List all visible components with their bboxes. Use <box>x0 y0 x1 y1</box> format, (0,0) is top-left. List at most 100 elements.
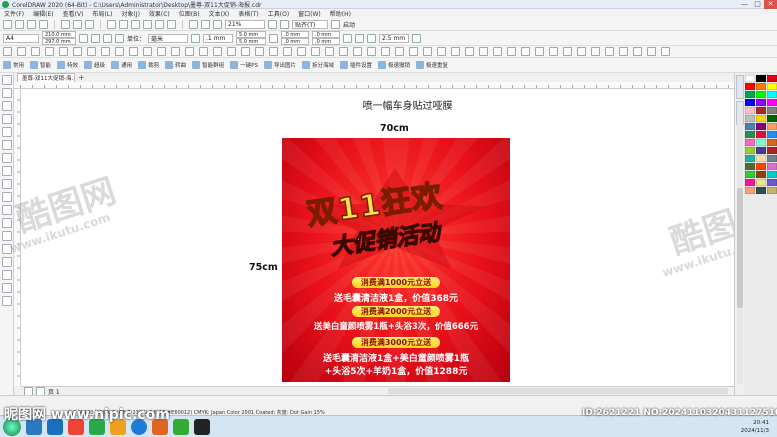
macro-icon[interactable] <box>409 47 418 56</box>
menu-file[interactable]: 文件(F) <box>4 9 24 18</box>
promo-poster[interactable]: 双11狂欢 大促销活动 消费满1000元立送 送毛囊清洁液1盒，价值368元 消… <box>282 138 510 382</box>
page-height-field[interactable]: 297.0 mm <box>42 38 76 45</box>
macro-icon[interactable] <box>661 47 670 56</box>
macro-icon[interactable] <box>241 47 250 56</box>
docker-tab[interactable] <box>736 75 744 99</box>
new-tab-plus-icon[interactable]: + <box>78 74 86 82</box>
plugin-super[interactable]: 超级 <box>84 61 105 69</box>
plugin-common[interactable]: 常用 <box>3 61 24 69</box>
macro-icon[interactable] <box>563 47 572 56</box>
macro-icon[interactable] <box>325 47 334 56</box>
plugin-smart[interactable]: 智能 <box>30 61 51 69</box>
macro-icon[interactable] <box>507 47 516 56</box>
macro-icon[interactable] <box>633 47 642 56</box>
drop-shadow-icon[interactable] <box>2 231 12 241</box>
macro-icon[interactable] <box>479 47 488 56</box>
macro-icon[interactable] <box>3 47 12 56</box>
macro-icon[interactable] <box>227 47 236 56</box>
macro-icon[interactable] <box>423 47 432 56</box>
macro-icon[interactable] <box>199 47 208 56</box>
macro-icon[interactable] <box>283 47 292 56</box>
paste-icon[interactable] <box>85 19 94 29</box>
save-icon[interactable] <box>27 19 36 29</box>
color-swatch[interactable] <box>767 131 777 138</box>
system-clock[interactable]: 20:41 2024/11/3 <box>741 419 769 435</box>
plugin-crop[interactable]: 裁剪 <box>138 61 159 69</box>
close-button[interactable]: ✕ <box>764 0 777 9</box>
color-swatch[interactable] <box>767 75 777 82</box>
color-swatch[interactable] <box>756 131 766 138</box>
macro-icon[interactable] <box>255 47 264 56</box>
color-swatch[interactable] <box>756 75 766 82</box>
color-swatch[interactable] <box>767 115 777 122</box>
taskbar-wechat-icon[interactable] <box>173 418 189 435</box>
macro-icon[interactable] <box>17 47 26 56</box>
color-swatch[interactable] <box>745 115 755 122</box>
plugin-split[interactable]: 拆分海域 <box>301 61 334 69</box>
zoom-level-select[interactable]: 21% <box>225 19 265 29</box>
pick-tool-icon[interactable] <box>2 75 12 85</box>
macro-icon[interactable] <box>381 47 390 56</box>
print-icon[interactable] <box>39 19 48 29</box>
position-y-field[interactable]: .0 mm <box>281 38 310 45</box>
color-swatch[interactable] <box>756 139 766 146</box>
macro-icon[interactable] <box>535 47 544 56</box>
color-swatch[interactable] <box>745 99 755 106</box>
macro-icon[interactable] <box>549 47 558 56</box>
menu-help[interactable]: 帮助(H) <box>330 9 351 18</box>
ellipse-tool-icon[interactable] <box>2 166 12 176</box>
macro-icon[interactable] <box>591 47 600 56</box>
macro-icon[interactable] <box>269 47 278 56</box>
color-swatch[interactable] <box>756 163 766 170</box>
menu-edit[interactable]: 编辑(E) <box>33 9 53 18</box>
color-swatch[interactable] <box>745 147 755 154</box>
plugin-export-image[interactable]: 导出图片 <box>263 61 296 69</box>
view-icon[interactable] <box>268 19 277 29</box>
menu-tools[interactable]: 工具(O) <box>268 9 289 18</box>
color-swatch[interactable] <box>767 139 777 146</box>
plugin-general[interactable]: 通用 <box>111 61 132 69</box>
artistic-media-icon[interactable] <box>2 140 12 150</box>
color-swatch[interactable] <box>745 179 755 186</box>
macro-icon[interactable] <box>465 47 474 56</box>
color-swatch[interactable] <box>756 91 766 98</box>
macro-icon[interactable] <box>395 47 404 56</box>
menu-layout[interactable]: 布局(L) <box>92 9 112 18</box>
position-y2-field[interactable]: .0 mm <box>312 38 341 45</box>
plugin-effects[interactable]: 特效 <box>57 61 78 69</box>
color-swatch[interactable] <box>756 99 766 106</box>
macro-icon[interactable] <box>605 47 614 56</box>
macro-icon[interactable] <box>73 47 82 56</box>
macro-icon[interactable] <box>45 47 54 56</box>
freehand-tool-icon[interactable] <box>2 127 12 137</box>
color-swatch[interactable] <box>756 179 766 186</box>
plugin-smart-group[interactable]: 智能群组 <box>192 61 224 69</box>
color-swatch[interactable] <box>767 171 777 178</box>
menu-window[interactable]: 窗口(W) <box>298 9 321 18</box>
undo-icon[interactable] <box>107 19 116 29</box>
color-swatch[interactable] <box>745 123 755 130</box>
units-select[interactable]: 毫米 <box>148 33 189 43</box>
grid-icon[interactable] <box>213 19 222 29</box>
menu-bitmaps[interactable]: 位图(B) <box>179 9 200 18</box>
macro-icon[interactable] <box>339 47 348 56</box>
macro-icon[interactable] <box>59 47 68 56</box>
menu-text[interactable]: 文本(X) <box>209 9 230 18</box>
color-swatch[interactable] <box>756 83 766 90</box>
new-document-icon[interactable] <box>3 19 12 29</box>
zero-icon[interactable] <box>269 33 279 43</box>
zoom-tool-icon[interactable] <box>2 114 12 124</box>
color-swatch[interactable] <box>767 147 777 154</box>
macro-icon[interactable] <box>87 47 96 56</box>
menu-table[interactable]: 表格(T) <box>238 9 258 18</box>
menu-effects[interactable]: 效果(C) <box>149 9 170 18</box>
settings-icon[interactable] <box>412 33 422 43</box>
macro-icon[interactable] <box>367 47 376 56</box>
wireframe-icon[interactable] <box>201 19 210 29</box>
color-swatch[interactable] <box>767 123 777 130</box>
nudge-distance-field[interactable]: .1 mm <box>203 33 234 43</box>
rulers-icon[interactable] <box>280 19 289 29</box>
plugin-one-click-ps[interactable]: 一键PS <box>230 61 258 69</box>
position-x2-field[interactable]: .0 mm <box>312 31 341 38</box>
paper-size-select[interactable]: A4 <box>3 33 39 43</box>
